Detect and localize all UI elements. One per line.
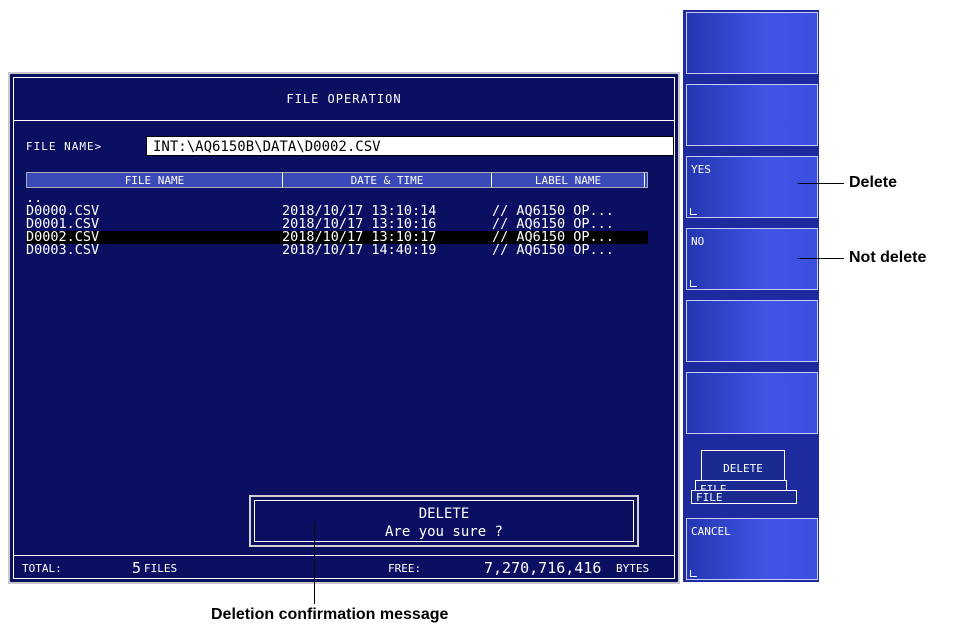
confirm-callout: Deletion confirmation message <box>211 606 449 623</box>
confirmation-question: Are you sure ? <box>384 524 503 540</box>
dialog-title: FILE OPERATION <box>14 78 674 121</box>
delete-menu-stack: DELETE FILE FILE <box>691 442 815 514</box>
not-delete-callout-line <box>798 258 844 259</box>
no-button[interactable]: NO <box>686 228 818 290</box>
softkey-5-blank[interactable] <box>686 300 818 362</box>
total-unit: FILES <box>144 562 178 575</box>
file-name-label: FILE NAME> <box>26 140 103 153</box>
yes-button[interactable]: YES <box>686 156 818 218</box>
date-time-cell: 2018/10/17 14:40:19 <box>282 242 437 258</box>
total-count: 5 <box>132 559 142 577</box>
delete-callout-line <box>798 183 844 184</box>
softkey-6-blank[interactable] <box>686 372 818 434</box>
file-operation-dialog: FILE OPERATION FILE NAME> INT:\AQ6150B\D… <box>8 72 680 584</box>
delete-confirmation-message: DELETE Are you sure ? <box>249 495 639 547</box>
free-unit: BYTES <box>616 562 650 575</box>
file-name-cell: D0003.CSV <box>26 242 100 258</box>
total-label: TOTAL: <box>22 562 62 575</box>
cancel-label: CANCEL <box>691 525 731 538</box>
corner-mark-icon <box>690 570 697 577</box>
free-bytes: 7,270,716,416 <box>484 559 602 577</box>
label-name-cell: // AQ6150 OP... <box>492 242 614 258</box>
delete-callout: Delete <box>849 174 898 191</box>
free-label: FREE: <box>388 562 422 575</box>
yes-label: YES <box>691 163 711 176</box>
file-name-field[interactable]: INT:\AQ6150B\DATA\D0002.CSV <box>146 136 674 156</box>
status-bar: TOTAL: 5 FILES FREE: 7,270,716,416 BYTES <box>14 555 674 578</box>
not-delete-callout: Not delete <box>849 249 927 266</box>
column-header-file-name: FILE NAME <box>27 173 283 187</box>
file-list: FILE NAME DATE & TIME LABEL NAME .. D0000… <box>26 172 648 548</box>
corner-mark-icon <box>690 208 697 215</box>
confirmation-title: DELETE <box>418 506 470 522</box>
dialog-frame: FILE OPERATION FILE NAME> INT:\AQ6150B\D… <box>13 77 675 579</box>
table-row[interactable]: D0003.CSV 2018/10/17 14:40:19 // AQ6150 OP… <box>26 242 648 258</box>
softkey-2-blank[interactable] <box>686 84 818 146</box>
column-header-date-time: DATE & TIME <box>283 173 492 187</box>
corner-mark-icon <box>690 280 697 287</box>
column-headers: FILE NAME DATE & TIME LABEL NAME <box>26 172 648 188</box>
softkey-panel: YES NO DELETE FILE FILE CANCEL <box>683 10 819 582</box>
cancel-button[interactable]: CANCEL <box>686 518 818 580</box>
file-menu-label-2: FILE <box>691 490 797 504</box>
no-label: NO <box>691 235 705 248</box>
column-header-label-name: LABEL NAME <box>492 173 645 187</box>
confirm-callout-line <box>314 522 315 604</box>
file-rows: .. D0000.CSV 2018/10/17 13:10:14// AQ6150 … <box>26 191 648 258</box>
softkey-1-blank[interactable] <box>686 12 818 74</box>
